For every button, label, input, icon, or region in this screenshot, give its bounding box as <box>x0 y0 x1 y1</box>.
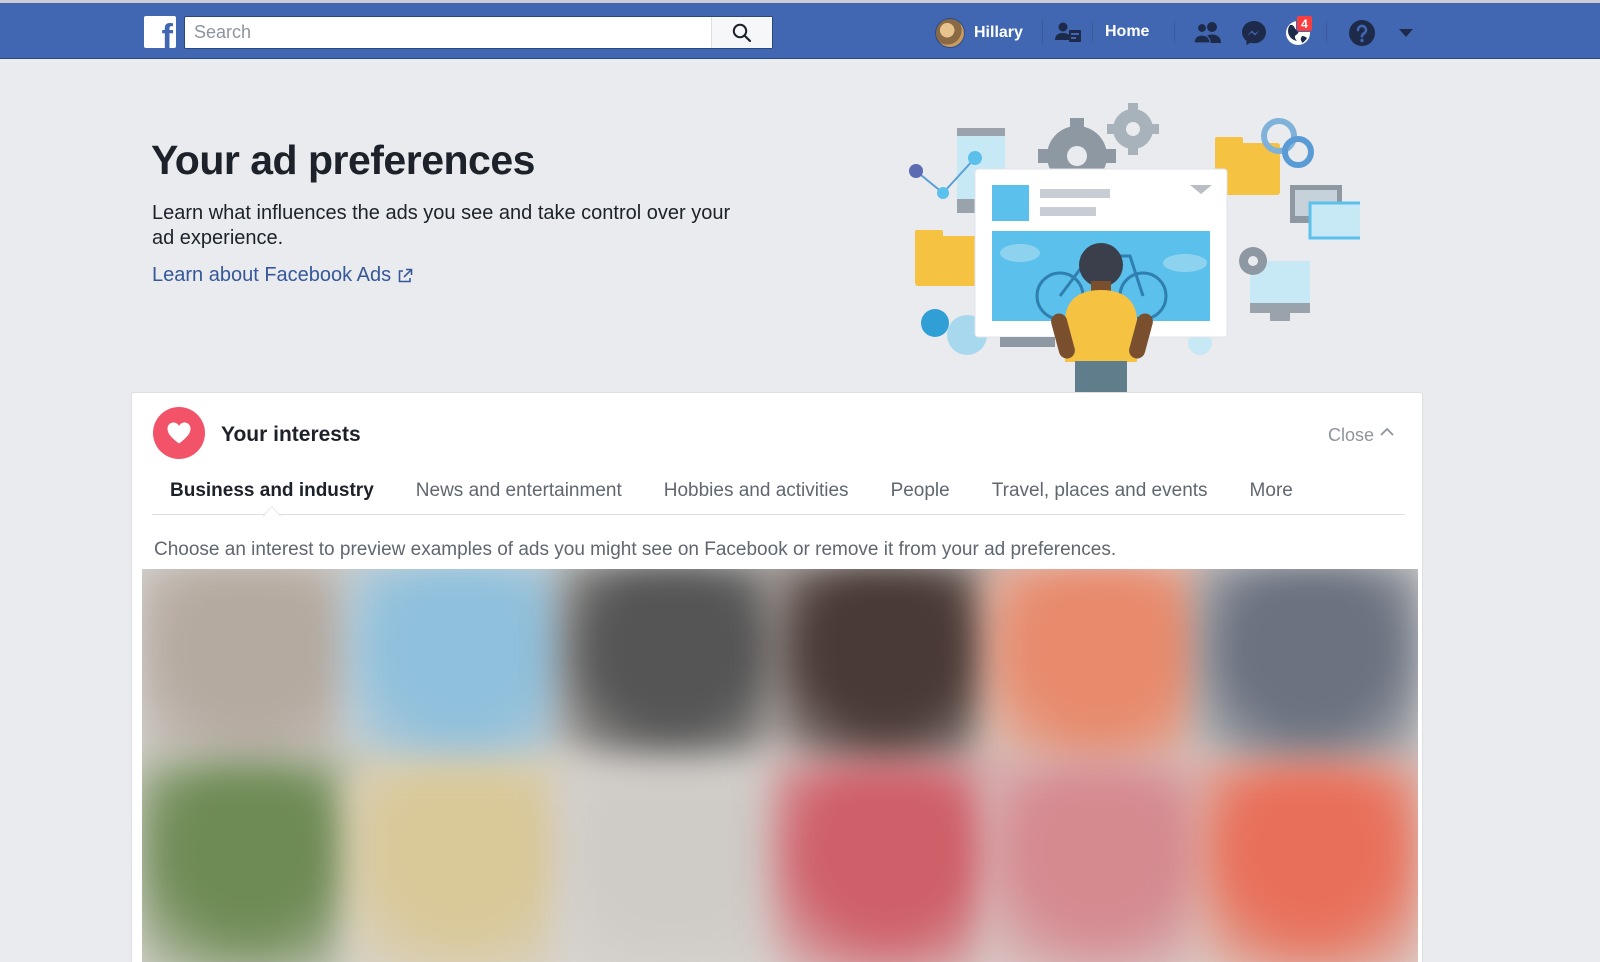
interest-tile[interactable] <box>982 569 1216 781</box>
learn-link-label: Learn about Facebook Ads <box>152 264 392 286</box>
profile-name: Hillary <box>974 24 1023 41</box>
interest-category-tabs: Business and industry News and entertain… <box>152 467 1405 515</box>
account-menu-chevron-icon <box>1399 29 1413 37</box>
interest-tile[interactable] <box>982 761 1216 962</box>
interest-tile[interactable] <box>1195 761 1418 962</box>
home-link[interactable]: Home <box>1105 23 1149 41</box>
search-button[interactable] <box>711 17 772 48</box>
close-label: Close <box>1327 425 1374 445</box>
chevron-up-icon <box>1380 427 1394 436</box>
interests-heart-badge <box>153 407 205 459</box>
page-title: Your ad preferences <box>151 137 535 183</box>
nav-divider <box>1042 21 1043 43</box>
search-input[interactable] <box>185 17 713 48</box>
facebook-logo-icon[interactable]: f <box>144 16 176 48</box>
interest-tile[interactable] <box>1195 569 1418 781</box>
interest-tile[interactable] <box>770 569 1003 781</box>
interests-instructions: Choose an interest to preview examples o… <box>154 539 1117 560</box>
search-icon <box>732 23 752 42</box>
find-friends-icon <box>1055 22 1081 42</box>
interest-tile[interactable] <box>142 569 365 781</box>
interest-tile[interactable] <box>557 761 790 962</box>
tab-more[interactable]: More <box>1232 467 1311 515</box>
interest-tile[interactable] <box>770 761 1003 962</box>
ad-preferences-illustration <box>909 103 1360 392</box>
nav-divider <box>1174 21 1175 43</box>
top-navigation-bar: f Hillary Home 4 <box>0 0 1600 59</box>
account-menu-button[interactable] <box>1390 17 1422 49</box>
profile-link[interactable]: Hillary <box>935 17 1023 49</box>
tab-business-and-industry[interactable]: Business and industry <box>152 467 392 515</box>
help-button[interactable] <box>1346 17 1378 49</box>
interest-tile[interactable] <box>344 761 578 962</box>
interest-tile[interactable] <box>344 569 578 781</box>
interest-tile[interactable] <box>557 569 790 781</box>
search-box <box>184 16 773 49</box>
your-interests-panel: Your interests Close Business and indust… <box>131 392 1423 962</box>
interest-tiles-grid <box>142 569 1418 962</box>
heart-icon <box>167 422 191 444</box>
find-friends-button[interactable] <box>1052 17 1084 49</box>
tab-news-and-entertainment[interactable]: News and entertainment <box>398 467 640 515</box>
external-link-icon <box>398 268 413 282</box>
page-description: Learn what influences the ads you see an… <box>152 202 731 249</box>
tab-hobbies-and-activities[interactable]: Hobbies and activities <box>646 467 867 515</box>
friend-requests-button[interactable] <box>1192 17 1224 49</box>
nav-divider <box>1326 21 1327 43</box>
help-icon <box>1349 20 1375 46</box>
avatar <box>935 18 965 48</box>
notification-count-badge: 4 <box>1296 15 1313 32</box>
interest-tile[interactable] <box>142 761 365 962</box>
interests-title: Your interests <box>221 423 361 446</box>
learn-about-facebook-ads-link[interactable]: Learn about Facebook Ads <box>152 264 413 287</box>
nav-divider <box>1092 21 1093 43</box>
tab-people[interactable]: People <box>873 467 968 515</box>
messenger-button[interactable] <box>1238 17 1270 49</box>
messenger-icon <box>1242 21 1266 45</box>
friend-requests-icon <box>1193 22 1221 44</box>
close-interests-button[interactable]: Close <box>1328 425 1394 446</box>
tab-travel-places-and-events[interactable]: Travel, places and events <box>974 467 1226 515</box>
